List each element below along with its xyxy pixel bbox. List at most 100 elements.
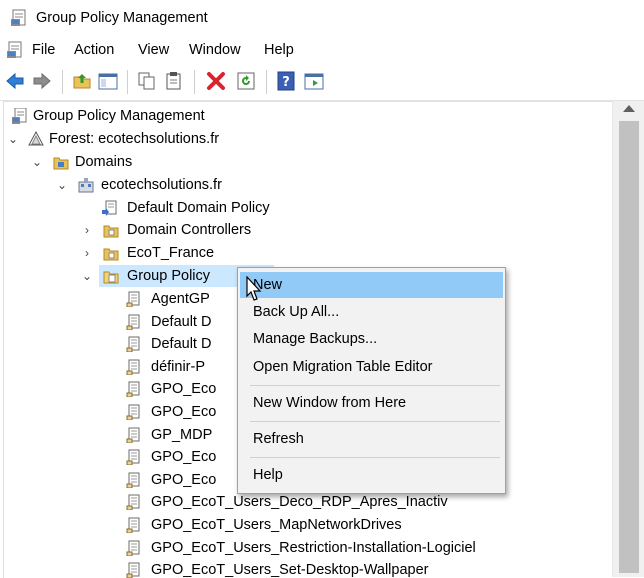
tree-label: Domain Controllers <box>127 222 252 238</box>
gpo-scroll-icon <box>126 562 140 578</box>
toolbar-separator <box>266 70 267 94</box>
tree-label: ecotechsolutions.fr <box>101 177 222 193</box>
gpo-scroll-icon <box>126 472 140 488</box>
show-hide-tree-icon[interactable] <box>98 71 118 91</box>
menu-view[interactable]: View <box>138 42 169 58</box>
gpo-scroll-icon <box>126 359 140 375</box>
tree-label: GP_MDP <box>151 426 213 443</box>
scroll-up-arrow-icon[interactable] <box>623 105 635 112</box>
gpo-item[interactable]: GPO_EcoT_Users_Set-Desktop-Wallpaper <box>4 559 524 578</box>
svg-text:?: ? <box>282 75 290 90</box>
menu-window[interactable]: Window <box>189 42 241 58</box>
menu-item-label: New Window from Here <box>253 395 407 411</box>
gpo-scroll-icon <box>126 404 140 420</box>
tree-label: Default D <box>151 313 212 330</box>
gpo-item[interactable]: GPO_EcoT_Users_Deco_RDP_Apres_Inactiv <box>4 491 524 513</box>
tree-label: GPO_EcoT_Users_Set-Desktop-Wallpaper <box>151 562 429 578</box>
ou-folder-icon <box>103 248 119 261</box>
help-icon[interactable]: ? <box>276 71 296 91</box>
tree-item-domains[interactable]: ⌄ Domains <box>4 151 204 173</box>
toolbar-separator <box>127 70 128 94</box>
gpmc-app-icon <box>11 9 26 26</box>
window-title: Group Policy Management <box>36 10 208 26</box>
mouse-cursor-icon <box>246 276 262 301</box>
domains-folder-icon <box>53 157 69 170</box>
menu-action[interactable]: Action <box>74 42 114 58</box>
tree-label: GPO_Eco <box>151 404 217 420</box>
menu-help[interactable]: Help <box>264 42 294 58</box>
tree-label: GPO_Eco <box>151 471 217 488</box>
copy-icon[interactable] <box>137 71 157 91</box>
menu-separator <box>250 457 500 458</box>
tree-label: Domains <box>75 154 133 170</box>
tree-item-domain-controllers[interactable]: › Domain Controllers <box>4 219 304 241</box>
tree-label: GPO_Eco <box>151 381 217 398</box>
tree-item-forest[interactable]: ⌄ Forest: ecotechsolutions.fr <box>4 128 264 150</box>
menu-item-label: Refresh <box>253 431 304 447</box>
refresh-icon[interactable] <box>236 71 256 91</box>
gpo-scroll-icon <box>126 336 140 353</box>
gpo-scroll-icon <box>126 291 140 307</box>
context-menu-refresh[interactable]: Refresh <box>240 426 503 452</box>
tree-label: Default D <box>151 336 212 353</box>
context-menu-back-up-all[interactable]: Back Up All... <box>240 299 503 325</box>
paste-icon[interactable] <box>164 71 184 91</box>
context-menu-manage-backups[interactable]: Manage Backups... <box>240 326 503 352</box>
tree-label: GPO_EcoT_Users_Restriction-Installation-… <box>151 539 476 556</box>
menu-separator <box>250 421 500 422</box>
gpo-scroll-icon <box>126 449 140 466</box>
tree-label: Group Policy Management <box>33 108 205 124</box>
domain-icon <box>78 178 94 193</box>
gpo-link-icon <box>102 200 117 216</box>
tree-label: Default Domain Policy <box>127 200 270 216</box>
chevron-right-icon[interactable]: › <box>80 222 94 238</box>
menu-file[interactable]: File <box>32 42 55 58</box>
gpmc-console-icon <box>12 108 27 124</box>
gpo-scroll-icon <box>126 427 140 443</box>
tree-label: Group Policy <box>127 268 211 284</box>
tree-item-ecot-france[interactable]: › EcoT_France <box>4 242 304 264</box>
gpo-item[interactable]: GPO_EcoT_Users_MapNetworkDrives <box>4 514 524 536</box>
gpo-scroll-icon <box>126 517 140 533</box>
tree-label: EcoT_France <box>127 245 215 261</box>
scroll-thumb[interactable] <box>619 121 639 573</box>
delete-icon[interactable] <box>206 71 226 91</box>
forest-icon <box>28 131 44 146</box>
menu-item-label: Manage Backups... <box>253 331 378 347</box>
menu-item-label: Help <box>253 467 283 483</box>
gpo-folder-icon <box>103 271 119 284</box>
toolbar: ? <box>0 64 644 101</box>
gpo-scroll-icon <box>126 314 140 330</box>
context-menu-help[interactable]: Help <box>240 462 503 488</box>
forward-arrow-icon[interactable] <box>32 71 52 91</box>
menu-separator <box>250 385 500 386</box>
menu-item-label: Open Migration Table Editor <box>253 359 433 375</box>
tree-label: Forest: ecotechsolutions.fr <box>49 131 220 147</box>
chevron-right-icon[interactable]: › <box>80 245 94 261</box>
context-menu-new[interactable]: New <box>240 272 503 298</box>
console-icon[interactable] <box>6 41 24 59</box>
gpo-scroll-icon <box>126 540 140 556</box>
context-menu: New Back Up All... Manage Backups... Ope… <box>237 267 506 494</box>
chevron-down-icon[interactable]: ⌄ <box>55 177 69 193</box>
gpo-scroll-icon <box>126 381 140 398</box>
context-menu-open-migration-table-editor[interactable]: Open Migration Table Editor <box>240 354 503 380</box>
tree-label: AgentGP <box>151 291 210 307</box>
ou-folder-icon <box>103 225 119 238</box>
properties-icon[interactable] <box>304 71 324 91</box>
vertical-scrollbar[interactable] <box>612 101 644 577</box>
chevron-down-icon[interactable]: ⌄ <box>80 268 94 284</box>
gpo-scroll-icon <box>126 494 140 511</box>
chevron-down-icon[interactable]: ⌄ <box>6 131 20 147</box>
context-menu-new-window-from-here[interactable]: New Window from Here <box>240 390 503 416</box>
back-arrow-icon[interactable] <box>5 71 25 91</box>
up-folder-icon[interactable] <box>72 71 92 91</box>
tree-item-default-domain-policy[interactable]: Default Domain Policy <box>4 197 304 219</box>
toolbar-separator <box>194 70 195 94</box>
tree-label: GPO_EcoT_Users_Deco_RDP_Apres_Inactiv <box>151 494 448 511</box>
chevron-down-icon[interactable]: ⌄ <box>30 154 44 170</box>
tree-item-domain[interactable]: ⌄ ecotechsolutions.fr <box>4 174 264 196</box>
tree-item-root[interactable]: Group Policy Management <box>4 105 264 127</box>
gpo-item[interactable]: GPO_EcoT_Users_Restriction-Installation-… <box>4 537 524 559</box>
tree-label: GPO_EcoT_Users_MapNetworkDrives <box>151 517 402 533</box>
